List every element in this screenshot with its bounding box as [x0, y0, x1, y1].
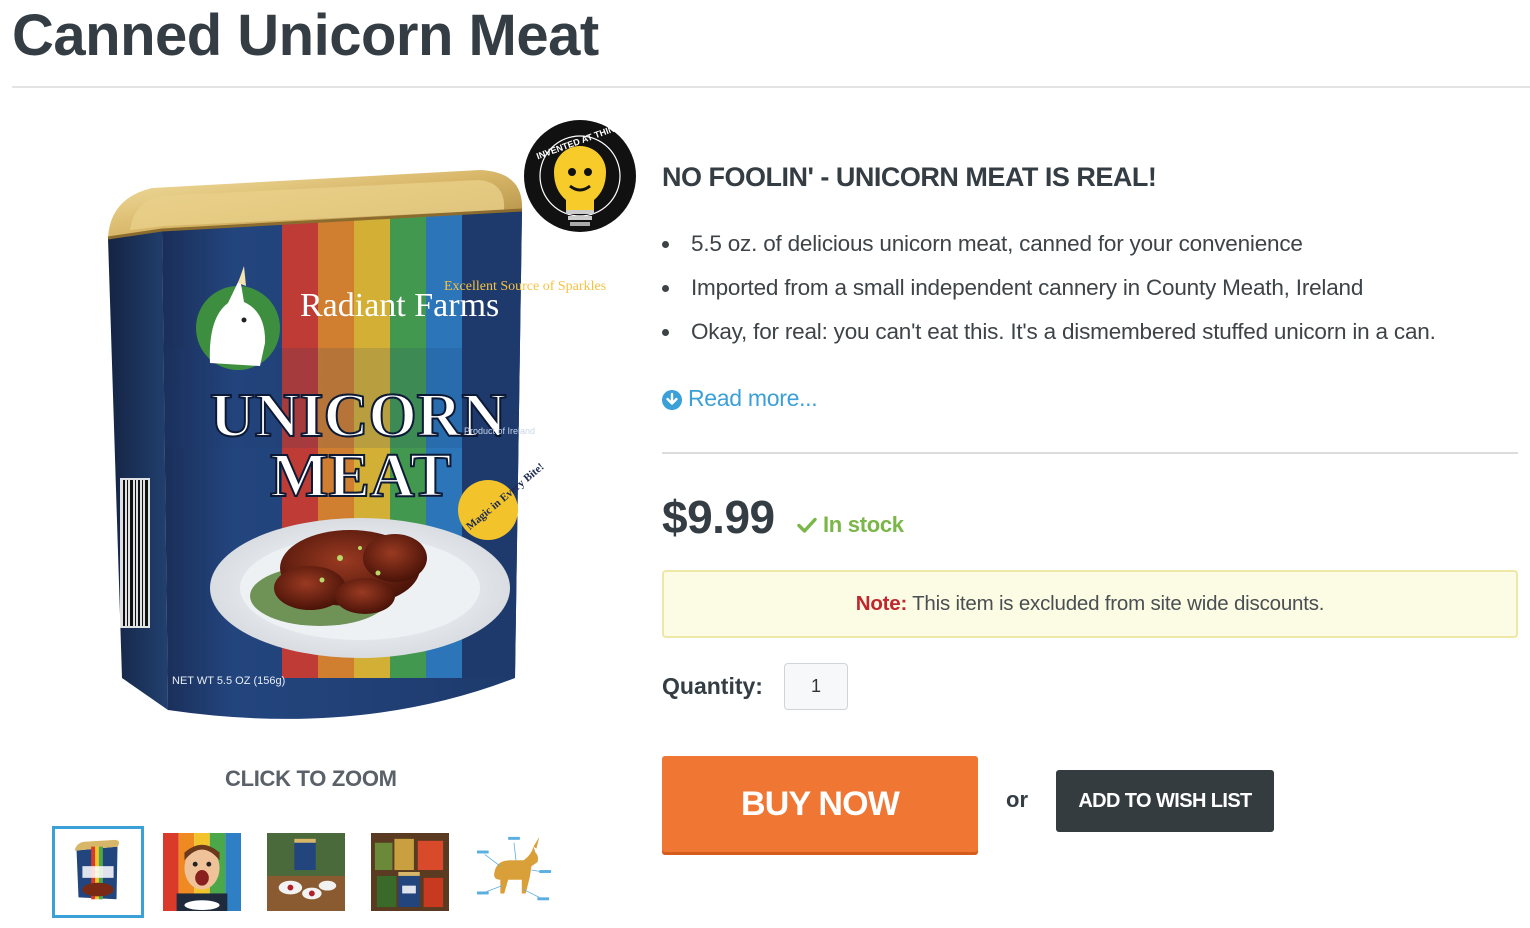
feature-item: Okay, for real: you can't eat this. It's… — [662, 316, 1436, 360]
thumbnail-can-shelf[interactable] — [364, 826, 456, 918]
thumbnail-can-front[interactable] — [52, 826, 144, 918]
circle-arrow-down-icon — [662, 389, 682, 410]
read-more-link[interactable]: Read more... — [662, 385, 818, 412]
or-separator: or — [1006, 787, 1028, 812]
read-more-label: Read more... — [688, 385, 818, 411]
note-label: Note: — [855, 592, 908, 615]
buy-now-button[interactable]: BUY NOW — [662, 756, 978, 852]
feature-list: 5.5 oz. of delicious unicorn meat, canne… — [662, 228, 1436, 360]
quantity-label: Quantity: — [662, 673, 763, 699]
product-headline: NO FOOLIN' - UNICORN MEAT IS REAL! — [662, 162, 1157, 192]
thumbnail-strip — [52, 826, 560, 918]
thumbnail-boy-eating[interactable] — [156, 826, 248, 918]
product-price: $9.99 — [662, 491, 775, 543]
feature-item: Imported from a small independent canner… — [662, 272, 1436, 316]
page-title: Canned Unicorn Meat — [12, 3, 599, 68]
can-weight: NET WT 5.5 OZ (156g) — [172, 675, 285, 687]
can-origin: Product of Ireland — [464, 426, 535, 436]
thumbnail-can-opened[interactable] — [260, 826, 352, 918]
title-divider — [12, 86, 1530, 88]
stock-label: In stock — [823, 512, 904, 537]
can-tagline: Excellent Source of Sparkles — [444, 279, 606, 294]
thumbnail-unicorn-diagram[interactable] — [468, 826, 560, 918]
product-image[interactable]: Radiant Farms Excellent Source of Sparkl… — [60, 113, 650, 748]
checkmark-icon — [797, 515, 817, 535]
click-to-zoom-label[interactable]: CLICK TO ZOOM — [225, 766, 397, 792]
note-text: This item is excluded from site wide dis… — [912, 592, 1325, 615]
discount-note: Note: This item is excluded from site wi… — [662, 570, 1518, 638]
can-name-line1: UNICORN — [210, 382, 506, 450]
stock-status: In stock — [797, 512, 904, 538]
quantity-input[interactable] — [784, 663, 848, 710]
section-divider — [662, 452, 1518, 454]
add-to-wishlist-button[interactable]: ADD TO WISH LIST — [1056, 770, 1274, 832]
can-name-line2: MEAT — [270, 442, 451, 510]
feature-item: 5.5 oz. of delicious unicorn meat, canne… — [662, 228, 1436, 272]
